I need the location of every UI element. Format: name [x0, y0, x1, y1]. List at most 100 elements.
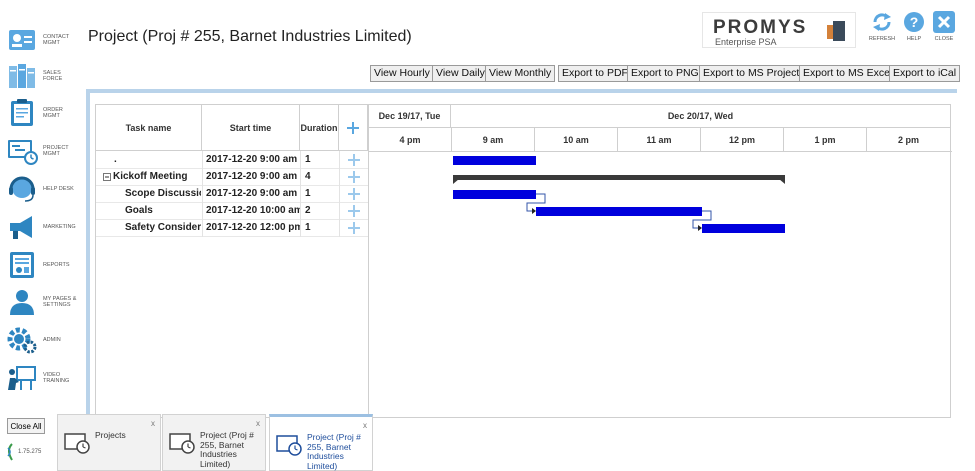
export-pdf-button[interactable]: Export to PDF: [558, 65, 632, 82]
sidebar-item-admin[interactable]: ADMIN: [6, 322, 84, 358]
start-time-cell: 2017-12-20 10:00 am: [206, 205, 300, 216]
view-monthly-button[interactable]: View Monthly: [485, 65, 556, 82]
sidebar-item-label: PROJECT MGMT: [43, 144, 69, 158]
timeline-header-border: [369, 151, 952, 152]
bottom-tab-projects[interactable]: Projects x: [57, 414, 161, 471]
summary-end-marker-icon: [779, 179, 785, 184]
user-icon: [10, 290, 34, 315]
collapse-toggle-icon[interactable]: [103, 173, 111, 181]
refresh-button[interactable]: REFRESH: [866, 11, 898, 47]
duration-cell: 1: [305, 188, 311, 199]
sidebar: CONTACT MGMT SALES FORCE ORDER MGMT PROJ…: [0, 0, 84, 471]
timeline-hour-header: 11 am: [618, 128, 701, 151]
add-task-button[interactable]: [347, 122, 359, 134]
logo-brand: PROMYS: [713, 17, 808, 38]
headset-icon: [9, 176, 35, 202]
bottom-tab-project-255[interactable]: Project (Proj # 255, Barnet Industries L…: [162, 414, 266, 471]
timeline-hour-header: 9 am: [452, 128, 535, 151]
start-time-cell: 2017-12-20 9:00 am: [206, 188, 298, 199]
add-subtask-button[interactable]: [348, 171, 360, 183]
refresh-label: REFRESH: [868, 36, 896, 42]
sidebar-item-order-mgmt[interactable]: ORDER MGMT: [6, 95, 84, 131]
grid-divider: [368, 105, 369, 419]
summary-start-marker-icon: [453, 179, 459, 184]
bottom-tab-label: Project (Proj # 255, Barnet Industries L…: [307, 432, 361, 471]
view-hourly-button[interactable]: View Hourly: [370, 65, 434, 82]
table-row[interactable]: Goals 2017-12-20 10:00 am 2: [96, 203, 368, 220]
sidebar-item-sales-force[interactable]: SALES FORCE: [6, 58, 84, 94]
timeline-hour-header: 10 am: [535, 128, 618, 151]
timeline-hour-header: 1 pm: [784, 128, 867, 151]
svg-text:?: ?: [910, 14, 919, 30]
task-name-cell: Scope Discussion: [125, 188, 201, 199]
export-ms-project-button[interactable]: Export to MS Project: [699, 65, 804, 82]
bottom-tab-project-255-active[interactable]: Project (Proj # 255, Barnet Industries L…: [269, 414, 373, 471]
grid-column-separator: [339, 151, 340, 237]
refresh-icon: [873, 13, 891, 31]
timeline-hour-header: 12 pm: [701, 128, 784, 151]
sidebar-item-label: MARKETING: [43, 223, 76, 230]
close-all-button[interactable]: Close All: [7, 418, 45, 434]
task-bar[interactable]: [453, 190, 536, 199]
logo-mark-icon: [827, 21, 845, 41]
duration-cell: 2: [305, 205, 311, 216]
tab-close-icon[interactable]: x: [256, 419, 260, 428]
close-button[interactable]: CLOSE: [928, 11, 960, 47]
duration-cell: 1: [305, 222, 311, 233]
export-png-button[interactable]: Export to PNG: [627, 65, 703, 82]
promys-version-icon: [7, 443, 13, 461]
table-row[interactable]: Scope Discussion 2017-12-20 9:00 am 1: [96, 186, 368, 203]
sidebar-item-label: CONTACT MGMT: [43, 33, 70, 47]
add-subtask-button[interactable]: [348, 222, 360, 234]
task-bar[interactable]: [702, 224, 785, 233]
project-board-icon: [8, 140, 38, 165]
contact-card-icon: [9, 30, 35, 50]
summary-task-bar[interactable]: [453, 175, 785, 180]
sidebar-item-reports[interactable]: REPORTS: [6, 247, 84, 283]
duration-cell: 1: [305, 154, 311, 165]
app-window: CONTACT MGMT SALES FORCE ORDER MGMT PROJ…: [0, 0, 975, 471]
export-ical-button[interactable]: Export to iCal: [889, 65, 961, 82]
sidebar-item-marketing[interactable]: MARKETING: [6, 209, 84, 245]
start-time-cell: 2017-12-20 9:00 am: [206, 154, 298, 165]
version-label: 1.75.275: [18, 449, 42, 455]
add-subtask-button[interactable]: [348, 188, 360, 200]
sidebar-item-video-training[interactable]: VIDEO TRAINING: [6, 360, 84, 396]
bottom-tab-label: Project (Proj # 255, Barnet Industries L…: [200, 430, 254, 469]
project-board-icon: [169, 433, 195, 454]
tab-close-icon[interactable]: x: [151, 419, 155, 428]
task-name-cell: .: [114, 154, 117, 165]
bottom-tab-label: Projects: [95, 430, 126, 440]
add-subtask-button[interactable]: [348, 154, 360, 166]
task-bar[interactable]: [536, 207, 702, 216]
reports-icon: [10, 252, 34, 278]
sidebar-item-label: ORDER MGMT: [43, 106, 63, 120]
add-subtask-button[interactable]: [348, 205, 360, 217]
megaphone-icon: [10, 216, 32, 239]
column-header-task-name[interactable]: Task name: [96, 105, 202, 151]
grid-column-separator: [202, 151, 203, 237]
table-row[interactable]: Safety Considerations 2017-12-20 12:00 p…: [96, 220, 368, 237]
task-bar[interactable]: [453, 156, 536, 165]
column-header-start-time[interactable]: Start time: [202, 105, 300, 151]
export-ms-excel-button[interactable]: Export to MS Excel: [799, 65, 897, 82]
column-header-duration[interactable]: Duration: [300, 105, 339, 151]
help-button[interactable]: ? HELP: [898, 11, 930, 47]
sidebar-item-contact-mgmt[interactable]: CONTACT MGMT: [6, 22, 84, 58]
start-time-cell: 2017-12-20 9:00 am: [206, 171, 298, 182]
task-name-cell: Goals: [125, 205, 153, 216]
task-name-cell: Kickoff Meeting: [113, 171, 188, 182]
tab-close-icon[interactable]: x: [363, 421, 367, 430]
table-row[interactable]: . 2017-12-20 9:00 am 1: [96, 152, 368, 169]
close-label: CLOSE: [934, 36, 954, 42]
close-icon: [933, 11, 955, 33]
task-name-cell: Safety Considerations: [125, 222, 201, 233]
duration-cell: 4: [305, 171, 311, 182]
table-row[interactable]: Kickoff Meeting 2017-12-20 9:00 am 4: [96, 169, 368, 186]
order-clipboard-icon: [11, 99, 33, 126]
sidebar-item-help-desk[interactable]: HELP DESK: [6, 171, 84, 207]
view-daily-button[interactable]: View Daily: [432, 65, 489, 82]
sales-force-icon: [9, 64, 35, 88]
sidebar-item-project-mgmt[interactable]: PROJECT MGMT: [6, 133, 84, 169]
sidebar-item-my-pages-settings[interactable]: MY PAGES & SETTINGS: [6, 284, 84, 320]
